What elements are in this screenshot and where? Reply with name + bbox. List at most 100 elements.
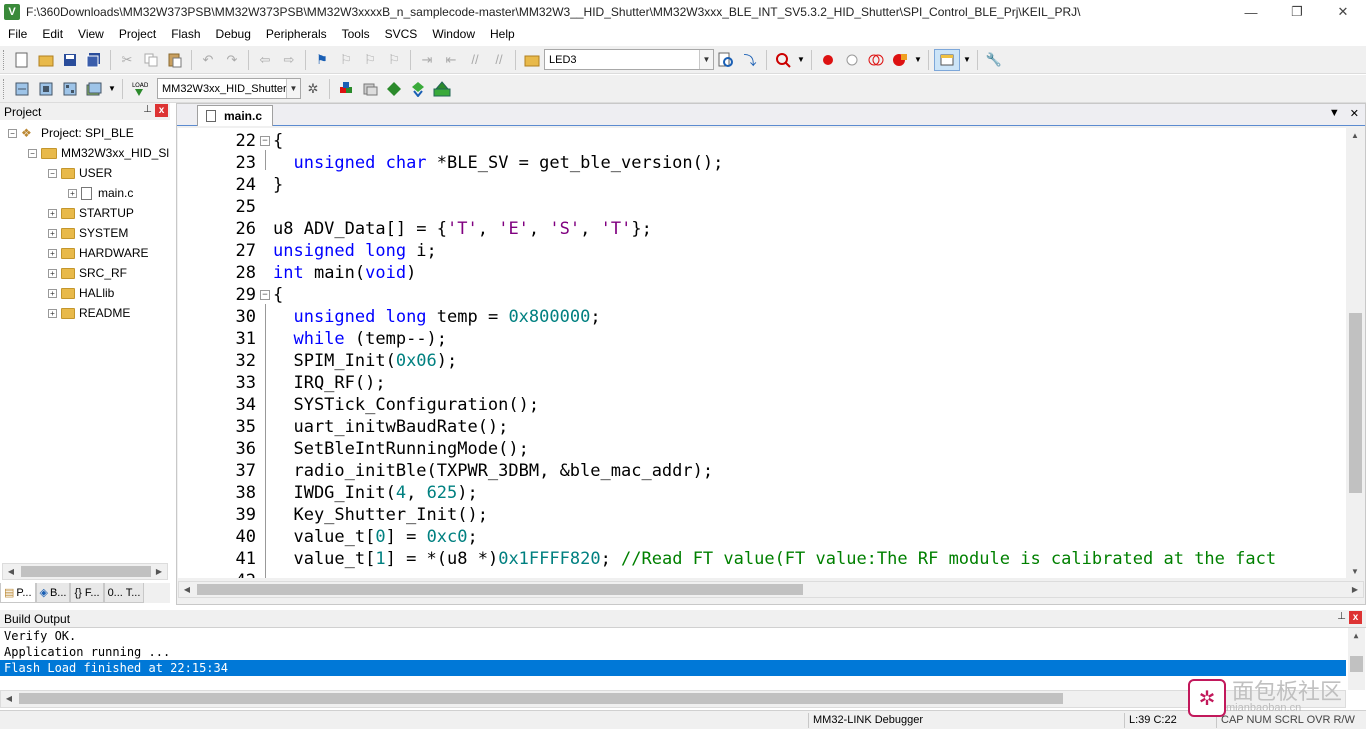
scroll-up-icon[interactable]: ▲ (1347, 128, 1363, 143)
navigate-forward-icon[interactable]: ⇨ (278, 49, 300, 71)
rebuild-icon[interactable] (59, 78, 81, 100)
scrollbar-thumb[interactable] (1349, 313, 1362, 493)
scroll-left-icon[interactable]: ◀ (179, 582, 195, 597)
navigate-back-icon[interactable]: ⇦ (254, 49, 276, 71)
code-line[interactable]: 34 SYSTick_Configuration(); (178, 394, 1346, 416)
close-window-button[interactable]: ✕ (1320, 0, 1366, 24)
scrollbar-thumb[interactable] (197, 584, 803, 595)
configure-wrench-icon[interactable]: 🔧 (983, 49, 1005, 71)
redo-icon[interactable]: ↷ (221, 49, 243, 71)
close-tab-icon[interactable]: ✕ (1350, 107, 1359, 120)
close-icon[interactable]: x (1349, 611, 1362, 624)
target-select[interactable]: MM32W3xx_HID_Shutter ▼ (157, 78, 301, 99)
menu-edit[interactable]: Edit (34, 24, 70, 44)
collapse-icon[interactable]: − (48, 168, 57, 178)
enable-breakpoint-icon[interactable] (841, 49, 863, 71)
file-extensions-icon[interactable] (335, 78, 357, 100)
pin-icon[interactable]: ⊥ (1337, 611, 1346, 624)
fold-toggle-icon[interactable]: − (260, 136, 270, 146)
code-line[interactable]: 24} (178, 174, 1346, 196)
tree-item-user[interactable]: − USER (48, 163, 112, 183)
close-icon[interactable]: x (155, 104, 168, 117)
window-layout-icon[interactable] (934, 48, 960, 71)
code-line[interactable]: 31 while (temp--); (178, 328, 1346, 350)
restore-button[interactable]: ❐ (1274, 0, 1320, 24)
collapse-icon[interactable]: − (8, 128, 17, 138)
code-line[interactable]: 29−{ (178, 284, 1346, 306)
run-time-environment-icon[interactable] (431, 78, 453, 100)
find-combo[interactable]: LED3 ▼ (544, 49, 714, 70)
code-line[interactable]: 42 (178, 570, 1346, 578)
menu-peripherals[interactable]: Peripherals (258, 24, 334, 44)
clear-bookmarks-icon[interactable]: ⚐ (383, 49, 405, 71)
code-line[interactable]: 32 SPIM_Init(0x06); (178, 350, 1346, 372)
copy-icon[interactable] (140, 49, 162, 71)
paste-icon[interactable] (164, 49, 186, 71)
project-horizontal-scrollbar[interactable]: ◀ ▶ (2, 563, 168, 580)
tree-item-readme[interactable]: + README (48, 303, 130, 323)
code-line[interactable]: 23 unsigned char *BLE_SV = get_ble_versi… (178, 152, 1346, 174)
code-line[interactable]: 25 (178, 196, 1346, 218)
toolbar-grip[interactable] (3, 78, 7, 99)
undo-icon[interactable]: ↶ (197, 49, 219, 71)
toolbar-grip[interactable] (3, 49, 7, 70)
indent-icon[interactable]: ⇥ (416, 49, 438, 71)
code-line[interactable]: 33 IRQ_RF(); (178, 372, 1346, 394)
uncomment-icon[interactable]: // (488, 49, 510, 71)
tree-item-system[interactable]: + SYSTEM (48, 223, 128, 243)
cut-icon[interactable]: ✂ (116, 49, 138, 71)
expand-icon[interactable]: + (48, 248, 57, 258)
tree-item-src-rf[interactable]: + SRC_RF (48, 263, 127, 283)
output-horizontal-scrollbar[interactable]: ◀ (0, 690, 1346, 708)
find-in-files-icon[interactable] (521, 49, 543, 71)
menu-view[interactable]: View (70, 24, 111, 44)
build-icon[interactable] (35, 78, 57, 100)
expand-icon[interactable]: + (48, 228, 57, 238)
chevron-down-icon[interactable]: ▼ (699, 50, 713, 69)
code-line[interactable]: 28 int main(void) (178, 262, 1346, 284)
fold-toggle-icon[interactable]: − (260, 290, 270, 300)
menu-flash[interactable]: Flash (163, 24, 207, 44)
translate-icon[interactable] (11, 78, 33, 100)
batch-build-icon[interactable] (83, 78, 105, 100)
tree-item-target[interactable]: − MM32W3xx_HID_Sl (28, 143, 169, 163)
expand-icon[interactable]: + (68, 188, 77, 198)
code-line[interactable]: 38 IWDG_Init(4, 625); (178, 482, 1346, 504)
download-load-icon[interactable]: LOAD (128, 78, 150, 100)
tab-main-c[interactable]: main.c (197, 105, 274, 126)
save-icon[interactable] (59, 49, 81, 71)
menu-window[interactable]: Window (424, 24, 482, 44)
menu-debug[interactable]: Debug (208, 24, 258, 44)
find-icon[interactable] (715, 49, 737, 71)
code-line[interactable]: 27 unsigned long i; (178, 240, 1346, 262)
menu-help[interactable]: Help (482, 24, 522, 44)
save-all-icon[interactable] (83, 49, 105, 71)
chevron-down-icon[interactable]: ▼ (286, 79, 300, 98)
expand-icon[interactable]: + (48, 288, 57, 298)
tree-item-hallib[interactable]: + HALlib (48, 283, 114, 303)
unindent-icon[interactable]: ⇤ (440, 49, 462, 71)
tab-templates[interactable]: 0... T... (103, 583, 145, 603)
insert-bookmark-icon[interactable]: ⚑ (311, 49, 333, 71)
collapse-icon[interactable]: − (28, 148, 37, 158)
menu-tools[interactable]: Tools (334, 24, 377, 44)
code-line[interactable]: 30 unsigned long temp = 0x800000; (178, 306, 1346, 328)
incremental-find-icon[interactable]: ⤵ (739, 49, 761, 71)
menu-project[interactable]: Project (111, 24, 163, 44)
code-line[interactable]: 36 SetBleIntRunningMode(); (178, 438, 1346, 460)
tree-item-project[interactable]: − ❖ Project: SPI_BLE (8, 123, 134, 143)
scroll-left-icon[interactable]: ◀ (3, 564, 19, 579)
code-line[interactable]: 39 Key_Shutter_Init(); (178, 504, 1346, 526)
code-line[interactable]: 22−{ (178, 130, 1346, 152)
pack-installer-icon[interactable] (383, 78, 405, 100)
next-bookmark-icon[interactable]: ⚐ (359, 49, 381, 71)
tab-project[interactable]: ▤ P... (0, 583, 36, 603)
tab-functions[interactable]: {} F... (70, 583, 104, 603)
tree-item-startup[interactable]: + STARTUP (48, 203, 134, 223)
tab-books[interactable]: ◈ B... (35, 583, 71, 603)
tab-list-chevron-icon[interactable]: ▼ (1329, 107, 1340, 120)
disable-breakpoints-icon[interactable] (865, 49, 887, 71)
scroll-right-icon[interactable]: ▶ (151, 564, 167, 579)
kill-breakpoints-icon[interactable] (889, 49, 911, 71)
scroll-right-icon[interactable]: ▶ (1347, 582, 1363, 597)
